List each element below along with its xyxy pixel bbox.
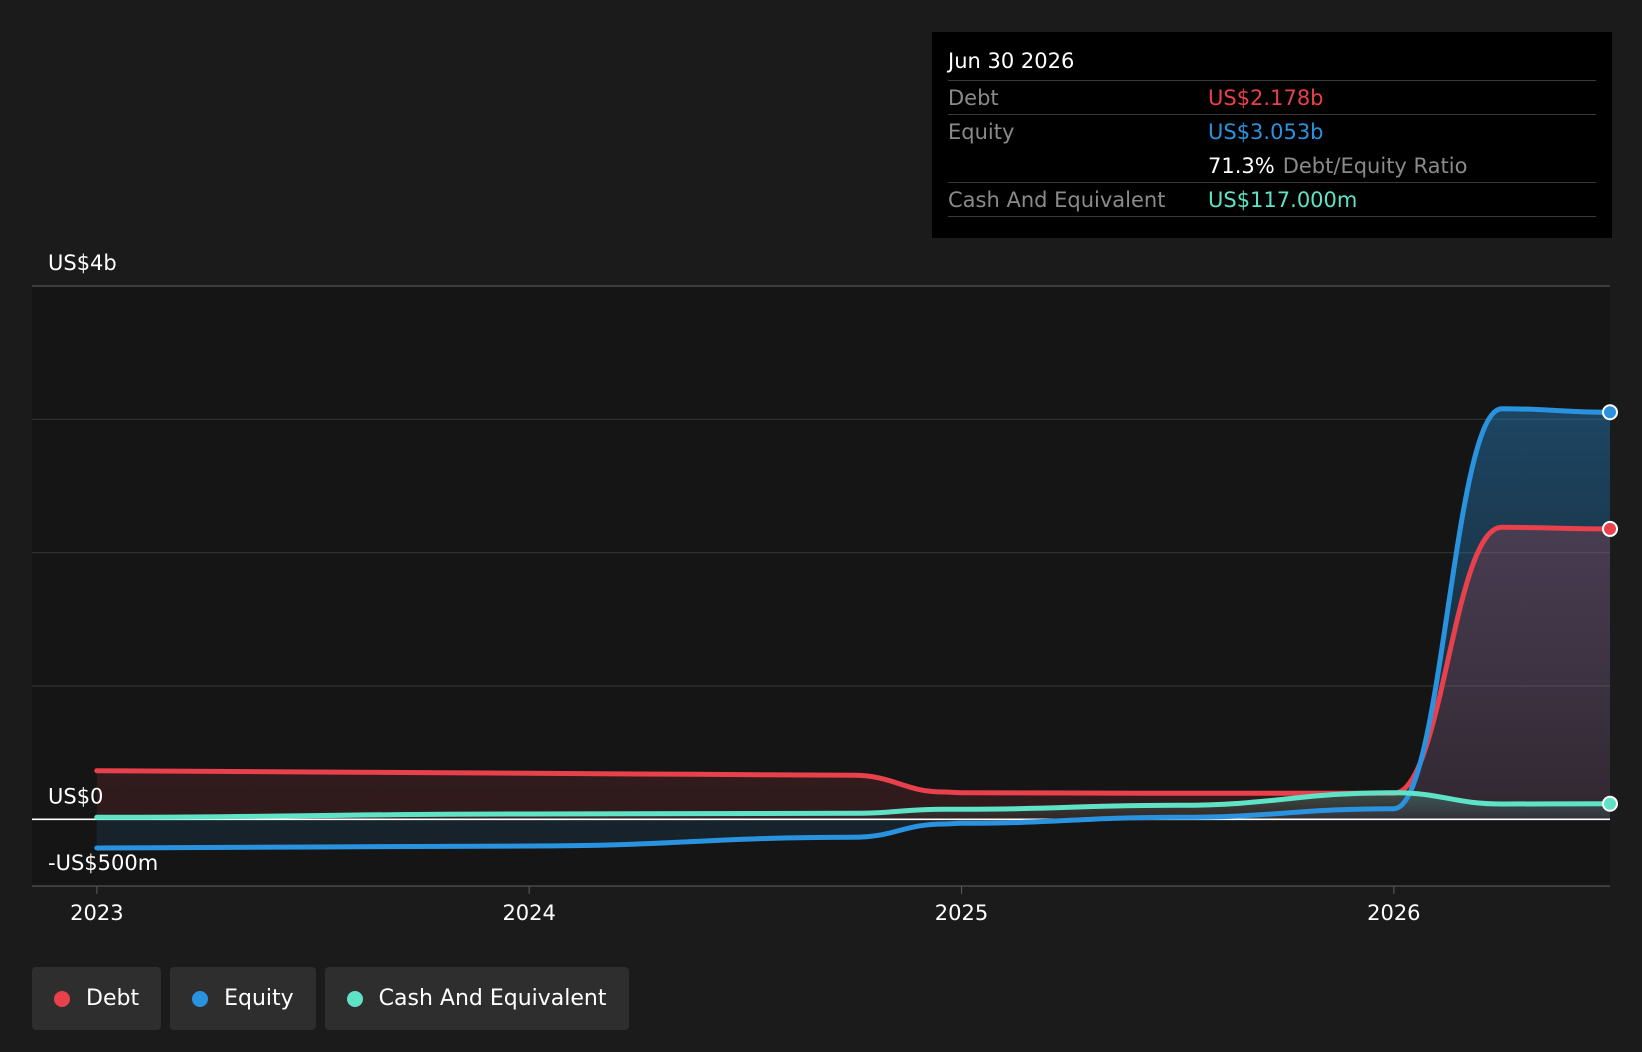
y-tick-label: -US$500m bbox=[48, 851, 158, 875]
chart-legend: Debt Equity Cash And Equivalent bbox=[32, 967, 629, 1030]
legend-cash-dot-icon bbox=[346, 990, 363, 1007]
end-point-cash-and-equivalent[interactable] bbox=[1602, 795, 1618, 812]
end-point-equity[interactable] bbox=[1602, 404, 1618, 421]
legend-item-equity[interactable]: Equity bbox=[170, 967, 316, 1030]
legend-equity-label: Equity bbox=[224, 986, 294, 1011]
tooltip-debt-label: Debt bbox=[948, 86, 999, 110]
legend-debt-label: Debt bbox=[86, 986, 140, 1011]
tooltip-equity-row: Equity US$3.053b bbox=[948, 115, 1596, 149]
tooltip-equity-label: Equity bbox=[948, 120, 1015, 144]
tooltip-debt-row: Debt US$2.178b bbox=[948, 81, 1596, 115]
legend-debt-dot-icon bbox=[54, 990, 70, 1007]
tooltip-cash-value: US$117.000m bbox=[1208, 188, 1358, 212]
y-tick-label: US$0 bbox=[48, 784, 103, 808]
legend-cash-label: Cash And Equivalent bbox=[378, 986, 607, 1011]
end-point-debt[interactable] bbox=[1602, 520, 1618, 537]
tooltip-cash-label: Cash And Equivalent bbox=[948, 188, 1166, 212]
x-axis-labels: 2023 2024 2025 2026 bbox=[70, 886, 1421, 925]
tooltip-debt-value: US$2.178b bbox=[1208, 86, 1324, 110]
tooltip-ratio-label: Debt/Equity Ratio bbox=[1282, 154, 1468, 178]
tooltip-ratio-value: 71.3% bbox=[1208, 154, 1275, 178]
x-tick-label: 2025 bbox=[935, 901, 988, 925]
legend-item-debt[interactable]: Debt bbox=[32, 967, 162, 1030]
tooltip-cash-row: Cash And Equivalent US$117.000m bbox=[948, 183, 1596, 217]
y-tick-label: US$4b bbox=[48, 251, 117, 275]
x-tick-label: 2026 bbox=[1367, 901, 1420, 925]
tooltip-ratio: 71.3% Debt/Equity Ratio bbox=[1208, 149, 1467, 182]
x-tick-label: 2024 bbox=[502, 901, 555, 925]
legend-equity-dot-icon bbox=[192, 990, 209, 1007]
tooltip-date: Jun 30 2026 bbox=[948, 46, 1596, 81]
x-tick-label: 2023 bbox=[70, 901, 123, 925]
tooltip-equity-value: US$3.053b bbox=[1208, 120, 1324, 144]
tooltip-ratio-spacer bbox=[948, 149, 1208, 182]
tooltip-panel: Jun 30 2026 Debt US$2.178b Equity US$3.0… bbox=[932, 32, 1612, 238]
legend-item-cash[interactable]: Cash And Equivalent bbox=[324, 967, 629, 1030]
tooltip-ratio-row: 71.3% Debt/Equity Ratio bbox=[948, 149, 1596, 183]
